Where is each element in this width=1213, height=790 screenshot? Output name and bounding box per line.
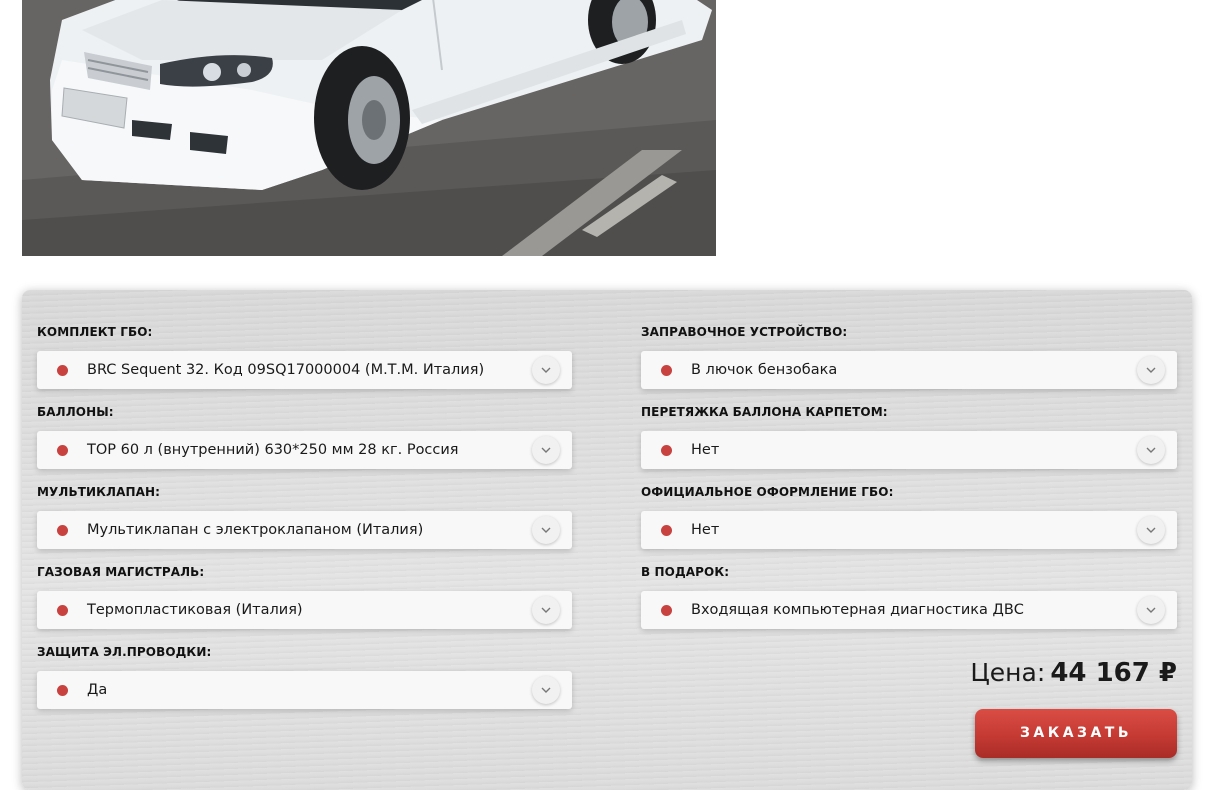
red-dot-icon xyxy=(57,445,68,456)
red-dot-icon xyxy=(661,525,672,536)
red-dot-icon xyxy=(661,605,672,616)
red-dot-icon xyxy=(57,525,68,536)
select-multivalve-value: Мультиклапан с электроклапаном (Италия) xyxy=(87,522,424,538)
field-label-gas-line: ГАЗОВАЯ МАГИСТРАЛЬ: xyxy=(37,565,205,579)
price-label: Цена: xyxy=(970,658,1046,687)
car-photo xyxy=(22,0,716,256)
field-label-multivalve: МУЛЬТИКЛАПАН: xyxy=(37,485,161,499)
price: Цена: 44 167 ₽ xyxy=(970,658,1177,688)
chevron-down-icon[interactable] xyxy=(1137,516,1165,544)
select-filler[interactable]: В лючок бензобака xyxy=(641,351,1177,389)
select-kit[interactable]: BRC Sequent 32. Код 09SQ17000004 (М.Т.М.… xyxy=(37,351,572,389)
select-gas-line[interactable]: Термопластиковая (Италия) xyxy=(37,591,572,629)
select-carpet[interactable]: Нет xyxy=(641,431,1177,469)
chevron-down-icon[interactable] xyxy=(532,436,560,464)
select-multivalve[interactable]: Мультиклапан с электроклапаном (Италия) xyxy=(37,511,572,549)
field-label-gift: В ПОДАРОК: xyxy=(641,565,730,579)
select-wiring-protection[interactable]: Да xyxy=(37,671,572,709)
select-gift-value: Входящая компьютерная диагностика ДВС xyxy=(691,602,1024,618)
order-button[interactable]: ЗАКАЗАТЬ xyxy=(975,709,1177,758)
select-gas-line-value: Термопластиковая (Италия) xyxy=(87,602,303,618)
select-cylinders-value: TOP 60 л (внутренний) 630*250 мм 28 кг. … xyxy=(87,442,459,458)
chevron-down-icon[interactable] xyxy=(532,676,560,704)
select-registration[interactable]: Нет xyxy=(641,511,1177,549)
chevron-down-icon[interactable] xyxy=(532,516,560,544)
red-dot-icon xyxy=(661,445,672,456)
select-filler-value: В лючок бензобака xyxy=(691,362,838,378)
chevron-down-icon[interactable] xyxy=(1137,356,1165,384)
select-registration-value: Нет xyxy=(691,522,720,538)
car-photo-drawing xyxy=(22,0,716,256)
select-cylinders[interactable]: TOP 60 л (внутренний) 630*250 мм 28 кг. … xyxy=(37,431,572,469)
select-wiring-protection-value: Да xyxy=(87,682,108,698)
field-label-carpet: ПЕРЕТЯЖКА БАЛЛОНА КАРПЕТОМ: xyxy=(641,405,888,419)
field-label-wiring-protection: ЗАЩИТА ЭЛ.ПРОВОДКИ: xyxy=(37,645,212,659)
field-label-filler: ЗАПРАВОЧНОЕ УСТРОЙСТВО: xyxy=(641,325,848,339)
red-dot-icon xyxy=(57,685,68,696)
select-kit-value: BRC Sequent 32. Код 09SQ17000004 (М.Т.М.… xyxy=(87,362,485,378)
chevron-down-icon[interactable] xyxy=(1137,596,1165,624)
red-dot-icon xyxy=(57,605,68,616)
price-value: 44 167 ₽ xyxy=(1050,658,1177,688)
chevron-down-icon[interactable] xyxy=(532,356,560,384)
field-label-registration: ОФИЦИАЛЬНОЕ ОФОРМЛЕНИЕ ГБО: xyxy=(641,485,894,499)
chevron-down-icon[interactable] xyxy=(532,596,560,624)
select-gift[interactable]: Входящая компьютерная диагностика ДВС xyxy=(641,591,1177,629)
field-label-kit: КОМПЛЕКТ ГБО: xyxy=(37,325,153,339)
red-dot-icon xyxy=(661,365,672,376)
field-label-cylinders: БАЛЛОНЫ: xyxy=(37,405,114,419)
select-carpet-value: Нет xyxy=(691,442,720,458)
chevron-down-icon[interactable] xyxy=(1137,436,1165,464)
red-dot-icon xyxy=(57,365,68,376)
